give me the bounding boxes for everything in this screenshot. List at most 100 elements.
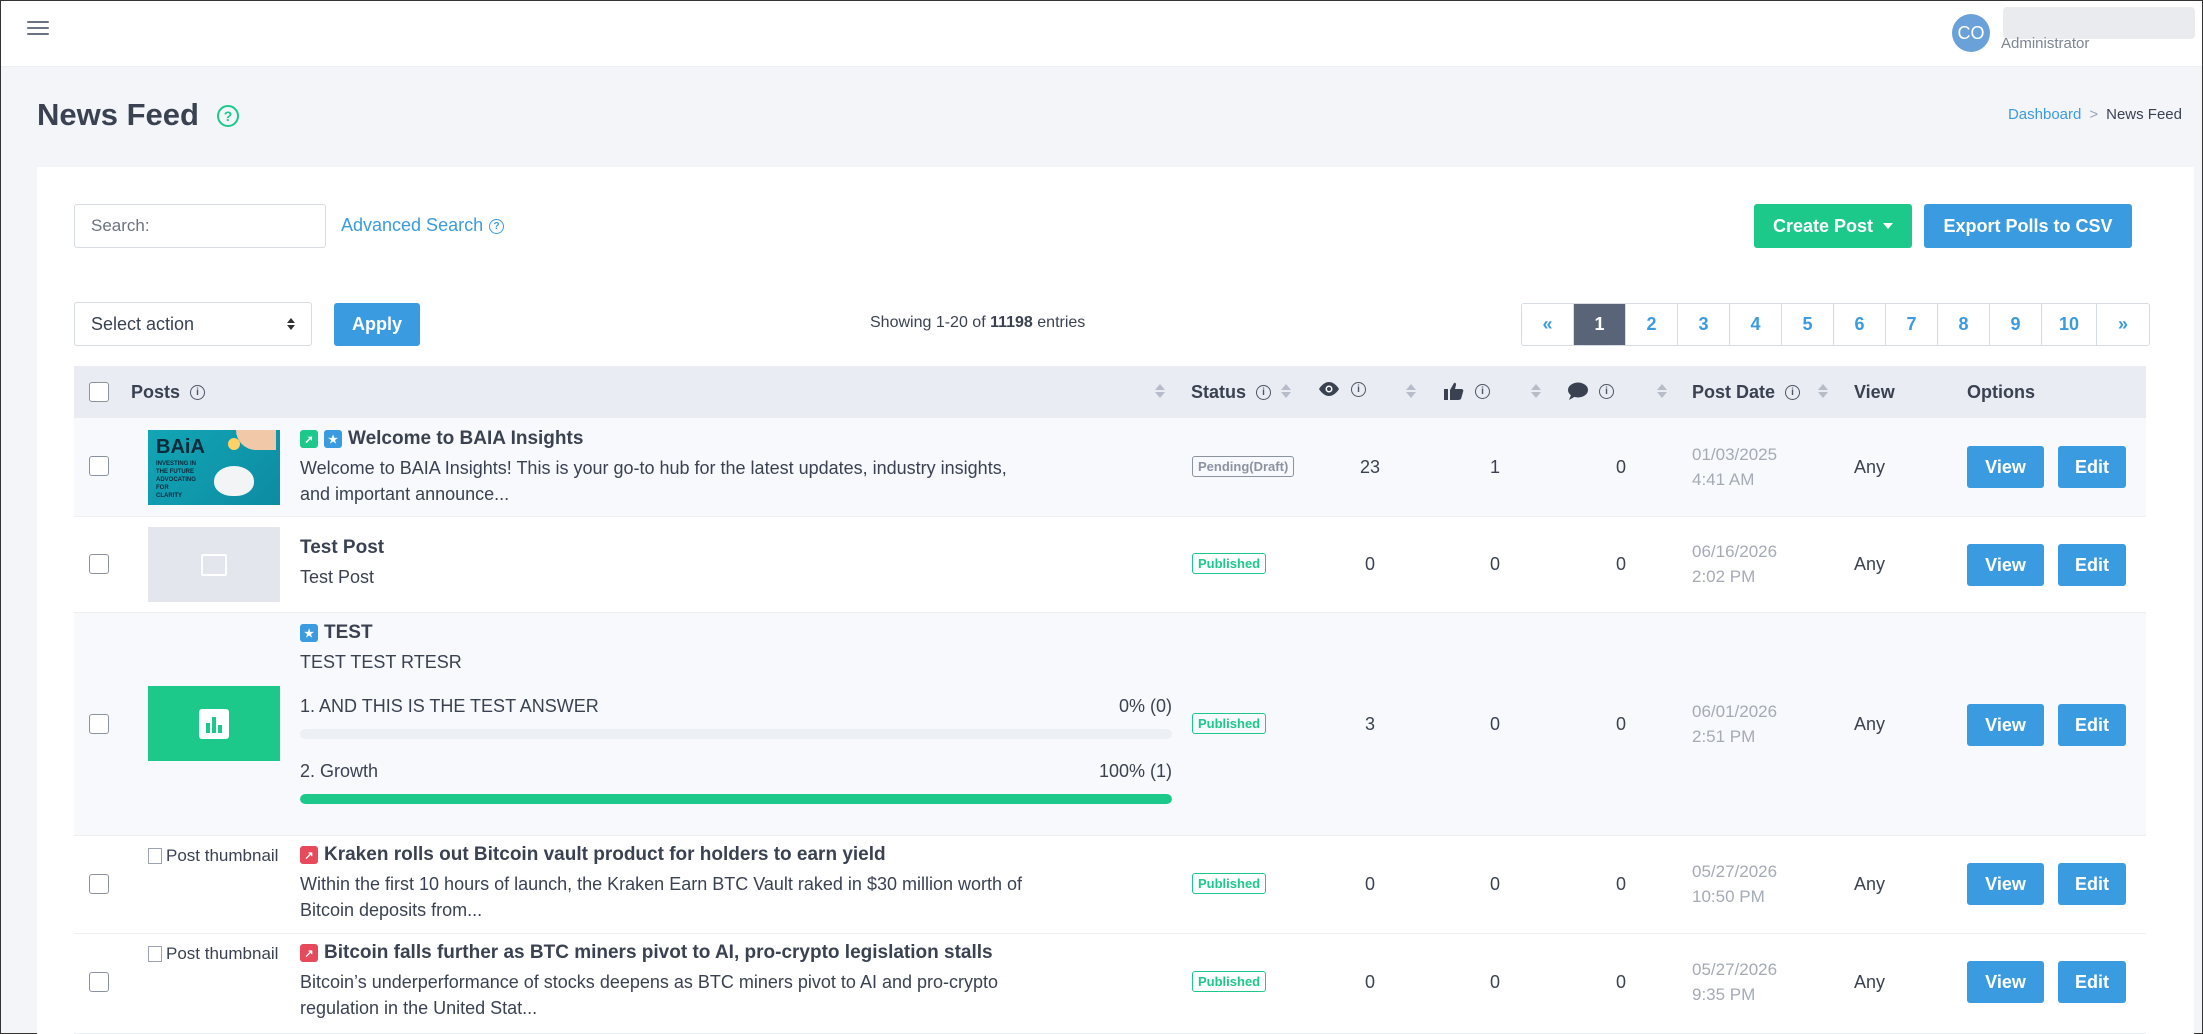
post-date: 01/03/2025 4:41 AM — [1692, 445, 1778, 489]
breadcrumb-dashboard[interactable]: Dashboard — [2008, 106, 2081, 123]
user-role: Administrator — [2001, 35, 2090, 52]
avatar[interactable]: CO — [1952, 14, 1990, 52]
header-options: Options — [1967, 382, 2035, 402]
view-button[interactable]: View — [1967, 704, 2044, 746]
post-title[interactable]: ↗ Bitcoin falls further as BTC miners pi… — [300, 942, 993, 964]
select-all-checkbox[interactable] — [89, 382, 109, 402]
header-status[interactable]: Status i — [1191, 382, 1272, 403]
sort-likes-icon[interactable] — [1531, 384, 1541, 398]
edit-button[interactable]: Edit — [2058, 863, 2126, 905]
poll-thumbnail — [148, 686, 280, 761]
poll-option: 2. Growth 100% (1) — [300, 761, 1172, 781]
pagination: «1 2 3 4 5 6 7 8 9 10» — [1521, 303, 2150, 346]
likes-count: 0 — [1489, 554, 1500, 574]
status-badge: Published — [1192, 873, 1267, 894]
likes-count: 1 — [1489, 457, 1500, 477]
header-post-date[interactable]: Post Date i — [1692, 382, 1801, 403]
post-title[interactable]: Test Post — [300, 537, 384, 559]
row-checkbox[interactable] — [89, 554, 109, 574]
view-scope: Any — [1854, 874, 1886, 894]
view-button[interactable]: View — [1967, 863, 2044, 905]
edit-button[interactable]: Edit — [2058, 446, 2126, 488]
table-row: Test Post Test Post Published 0 0 0 06/1… — [74, 517, 2146, 613]
likes-count: 0 — [1489, 714, 1500, 734]
table-row: Post thumbnail ↗ Kraken rolls out Bitcoi… — [74, 836, 2146, 934]
advanced-search-link[interactable]: Advanced Search? — [341, 215, 505, 236]
post-title[interactable]: ★ TEST — [300, 622, 373, 644]
view-button[interactable]: View — [1967, 446, 2044, 488]
pagination-page[interactable]: 7 — [1886, 304, 1938, 345]
header-posts[interactable]: Posts i — [131, 382, 206, 403]
info-icon: i — [190, 385, 206, 400]
pin-icon: ➚ — [300, 430, 318, 448]
table-row: ★ TEST TEST TEST RTESR 1. AND THIS IS TH… — [74, 613, 2146, 836]
sort-views-icon[interactable] — [1406, 384, 1416, 398]
pagination-prev[interactable]: « — [1522, 304, 1574, 345]
pagination-page[interactable]: 5 — [1782, 304, 1834, 345]
star-icon: ★ — [300, 624, 318, 642]
pagination-page[interactable]: 10 — [2042, 304, 2097, 345]
thumbs-up-icon — [1444, 382, 1464, 400]
views-count: 23 — [1359, 457, 1381, 477]
likes-count: 0 — [1489, 874, 1500, 894]
status-badge: Pending(Draft) — [1192, 456, 1295, 477]
status-badge: Published — [1192, 553, 1267, 574]
status-badge: Published — [1192, 713, 1267, 734]
select-action-dropdown[interactable]: Select action — [74, 302, 312, 346]
pagination-page[interactable]: 6 — [1834, 304, 1886, 345]
advanced-search-help-icon: ? — [489, 218, 505, 234]
star-icon: ★ — [324, 430, 342, 448]
view-scope: Any — [1854, 554, 1886, 574]
pagination-page[interactable]: 2 — [1626, 304, 1678, 345]
apply-button[interactable]: Apply — [334, 303, 420, 346]
row-checkbox[interactable] — [89, 874, 109, 894]
post-excerpt: Test Post — [300, 567, 375, 587]
edit-button[interactable]: Edit — [2058, 704, 2126, 746]
post-date: 05/27/2026 9:35 PM — [1692, 960, 1778, 1004]
header-views[interactable]: i — [1317, 381, 1366, 397]
export-polls-button[interactable]: Export Polls to CSV — [1924, 204, 2132, 248]
header-likes[interactable]: i — [1443, 381, 1490, 401]
likes-count: 0 — [1489, 972, 1500, 992]
view-button[interactable]: View — [1967, 961, 2044, 1003]
pagination-next[interactable]: » — [2097, 304, 2149, 345]
hamburger-menu-icon[interactable] — [27, 21, 49, 39]
info-icon: i — [1351, 381, 1366, 397]
info-icon: i — [1256, 385, 1272, 400]
header-comments[interactable]: i — [1567, 381, 1614, 401]
create-post-button[interactable]: Create Post — [1754, 204, 1912, 248]
row-checkbox[interactable] — [89, 972, 109, 992]
table-row: BAiA INVESTING IN THE FUTURE ADVOCATING … — [74, 418, 2146, 517]
pagination-page[interactable]: 1 — [1574, 304, 1626, 345]
pagination-page[interactable]: 9 — [1990, 304, 2042, 345]
view-button[interactable]: View — [1967, 544, 2044, 586]
views-count: 0 — [1364, 874, 1375, 894]
help-icon[interactable]: ? — [217, 105, 239, 127]
pagination-page[interactable]: 3 — [1678, 304, 1730, 345]
post-title[interactable]: ➚ ★ Welcome to BAIA Insights — [300, 428, 583, 450]
broken-thumbnail-icon: Post thumbnail — [148, 944, 282, 964]
status-badge: Published — [1192, 971, 1267, 992]
edit-button[interactable]: Edit — [2058, 961, 2126, 1003]
post-title[interactable]: ↗ Kraken rolls out Bitcoin vault product… — [300, 844, 886, 866]
post-date: 06/16/2026 2:02 PM — [1692, 542, 1778, 586]
comments-count: 0 — [1615, 972, 1626, 992]
post-thumbnail: BAiA INVESTING IN THE FUTURE ADVOCATING … — [148, 430, 280, 505]
row-checkbox[interactable] — [89, 456, 109, 476]
sort-date-icon[interactable] — [1818, 384, 1828, 398]
table-header: Posts i Status i i i i Post Date i View Opt… — [74, 366, 2146, 418]
pagination-page[interactable]: 4 — [1730, 304, 1782, 345]
search-input[interactable] — [74, 204, 326, 248]
edit-button[interactable]: Edit — [2058, 544, 2126, 586]
row-checkbox[interactable] — [89, 714, 109, 734]
sort-posts-icon[interactable] — [1155, 384, 1165, 398]
sort-status-icon[interactable] — [1281, 384, 1291, 398]
bar-chart-icon — [199, 708, 229, 739]
sort-comments-icon[interactable] — [1657, 384, 1667, 398]
external-link-icon: ↗ — [300, 846, 318, 864]
post-excerpt: Welcome to BAIA Insights! This is your g… — [300, 458, 1007, 504]
comments-count: 0 — [1615, 554, 1626, 574]
pagination-page[interactable]: 8 — [1938, 304, 1990, 345]
broken-thumbnail-icon: Post thumbnail — [148, 846, 282, 866]
post-excerpt: Bitcoin’s underperformance of stocks dee… — [300, 972, 999, 1018]
